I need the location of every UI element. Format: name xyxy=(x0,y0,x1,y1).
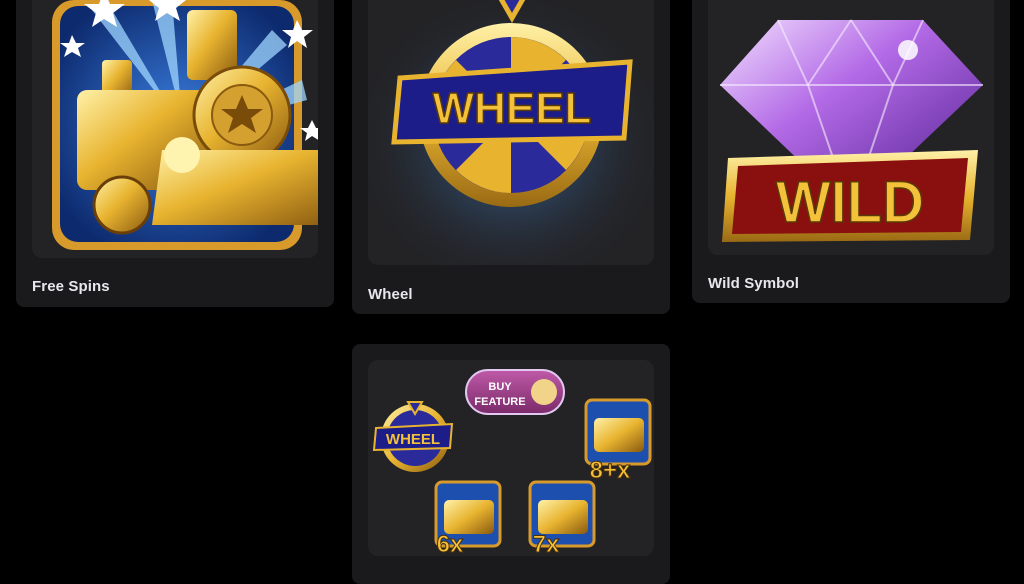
train-tile-icon: 7x xyxy=(528,480,596,556)
feature-card-wheel[interactable]: WHEEL Wheel xyxy=(352,0,670,314)
multiplier-label: 6x xyxy=(437,531,464,556)
free-spins-image xyxy=(32,0,318,258)
wild-logo-text: WILD xyxy=(776,170,924,235)
train-tile-icon: 8+x xyxy=(584,398,652,485)
card-title: Free Spins xyxy=(32,278,110,295)
wild-symbol-image: WILD xyxy=(708,0,994,255)
mini-wheel-text: WHEEL xyxy=(386,431,440,448)
feature-card-wild-symbol[interactable]: WILD Wild Symbol xyxy=(692,0,1010,303)
multiplier-label: 8+x xyxy=(590,457,631,484)
feature-card-buy-feature[interactable]: BUY FEATURE WHEEL 8+x 6x 7x xyxy=(352,344,670,584)
wheel-logo-text: WHEEL xyxy=(433,84,592,133)
multiplier-label: 7x xyxy=(533,531,560,556)
buy-feature-line1: BUY xyxy=(488,381,512,393)
card-title: Wild Symbol xyxy=(708,275,799,292)
diamond-icon: WILD xyxy=(720,19,983,242)
buy-feature-line2: FEATURE xyxy=(474,396,525,408)
card-title: Wheel xyxy=(368,286,413,303)
feature-card-free-spins[interactable]: Free Spins xyxy=(16,0,334,307)
train-icon xyxy=(52,0,318,250)
buy-feature-illustration: BUY FEATURE WHEEL 8+x 6x 7x xyxy=(372,369,652,556)
wheel-icon: WHEEL xyxy=(368,0,654,265)
mini-wheel-icon: WHEEL xyxy=(372,401,454,472)
train-tile-icon: 6x xyxy=(434,480,502,556)
buy-feature-image: BUY FEATURE WHEEL 8+x 6x 7x xyxy=(368,360,654,556)
wheel-image: WHEEL xyxy=(368,0,654,265)
